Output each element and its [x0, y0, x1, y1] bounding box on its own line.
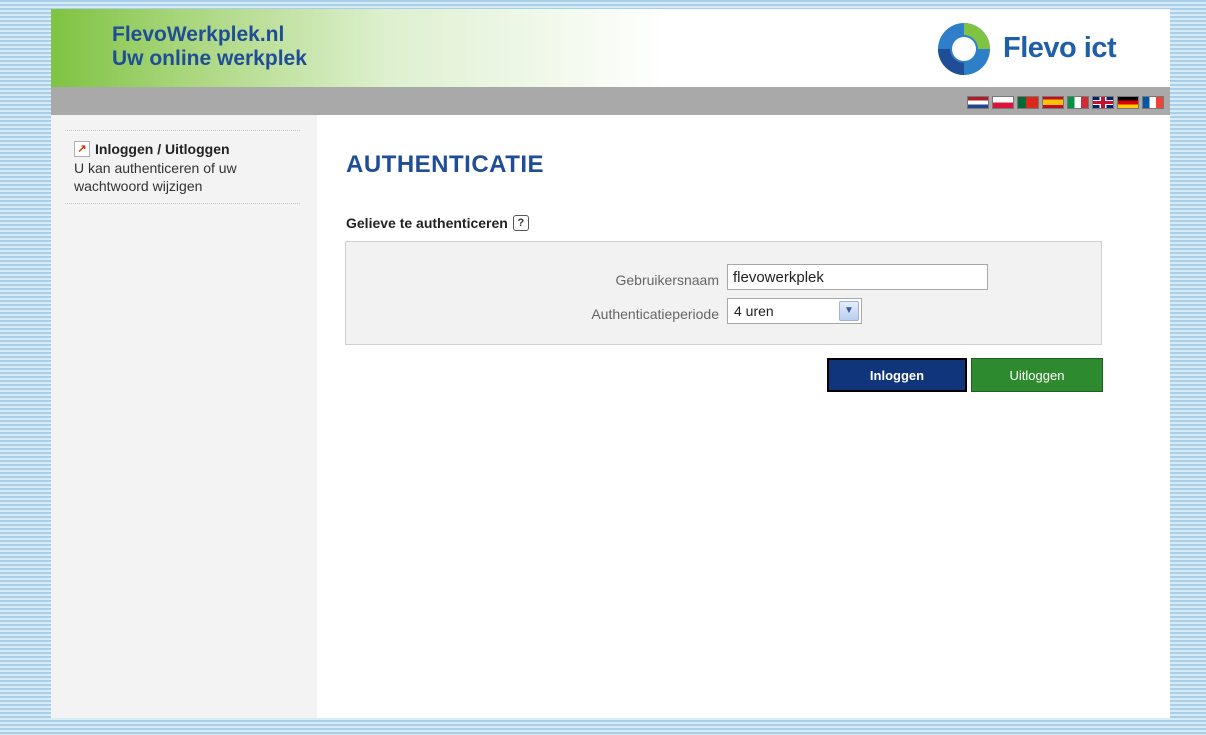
login-form: Gebruikersnaam Authenticatieperiode 4 ur…	[345, 241, 1102, 345]
header: FlevoWerkplek.nl Uw online werkplek Flev…	[51, 9, 1170, 87]
username-input[interactable]	[727, 264, 988, 290]
username-label: Gebruikersnaam	[615, 272, 720, 288]
sidebar-item-label: Inloggen / Uitloggen	[95, 141, 230, 157]
site-title-line2: Uw online werkplek	[112, 47, 307, 70]
language-flags	[967, 96, 1164, 109]
period-select-value: 4 uren	[734, 303, 774, 319]
logout-button[interactable]: Uitloggen	[971, 358, 1103, 392]
logo-ring-icon	[938, 23, 990, 75]
sidebar: ↗ Inloggen / Uitloggen U kan authenticer…	[51, 115, 317, 718]
flag-it-icon[interactable]	[1067, 96, 1089, 109]
page-title: AUTHENTICATIE	[346, 151, 545, 178]
page-frame: FlevoWerkplek.nl Uw online werkplek Flev…	[51, 9, 1170, 718]
flag-pt-icon[interactable]	[1017, 96, 1039, 109]
flevo-ict-logo[interactable]: Flevo ict	[931, 20, 1167, 78]
flag-pl-icon[interactable]	[992, 96, 1014, 109]
flag-de-icon[interactable]	[1117, 96, 1139, 109]
sidebar-item-title: ↗ Inloggen / Uitloggen	[74, 141, 300, 157]
main-content: AUTHENTICATIE Gelieve te authenticeren ?…	[345, 115, 1155, 715]
sidebar-item-inloggen[interactable]: ↗ Inloggen / Uitloggen U kan authenticer…	[65, 130, 300, 204]
login-button[interactable]: Inloggen	[827, 358, 967, 392]
flag-fr-icon[interactable]	[1142, 96, 1164, 109]
flag-uk-icon[interactable]	[1092, 96, 1114, 109]
flag-nl-icon[interactable]	[967, 96, 989, 109]
form-subtitle-text: Gelieve te authenticeren	[346, 215, 508, 231]
site-title[interactable]: FlevoWerkplek.nl Uw online werkplek	[112, 23, 307, 71]
form-subtitle: Gelieve te authenticeren ?	[346, 215, 529, 231]
logo-text: Flevo ict	[1003, 32, 1117, 64]
language-bar	[51, 87, 1170, 115]
site-title-line1: FlevoWerkplek.nl	[112, 23, 285, 46]
flag-es-icon[interactable]	[1042, 96, 1064, 109]
period-select[interactable]: 4 uren ▼	[727, 298, 862, 324]
arrow-icon: ↗	[74, 141, 90, 157]
sidebar-item-description: U kan authenticeren of uw wachtwoord wij…	[74, 160, 237, 194]
period-label: Authenticatieperiode	[591, 306, 719, 322]
help-icon[interactable]: ?	[512, 215, 529, 231]
chevron-down-icon[interactable]: ▼	[839, 301, 859, 321]
